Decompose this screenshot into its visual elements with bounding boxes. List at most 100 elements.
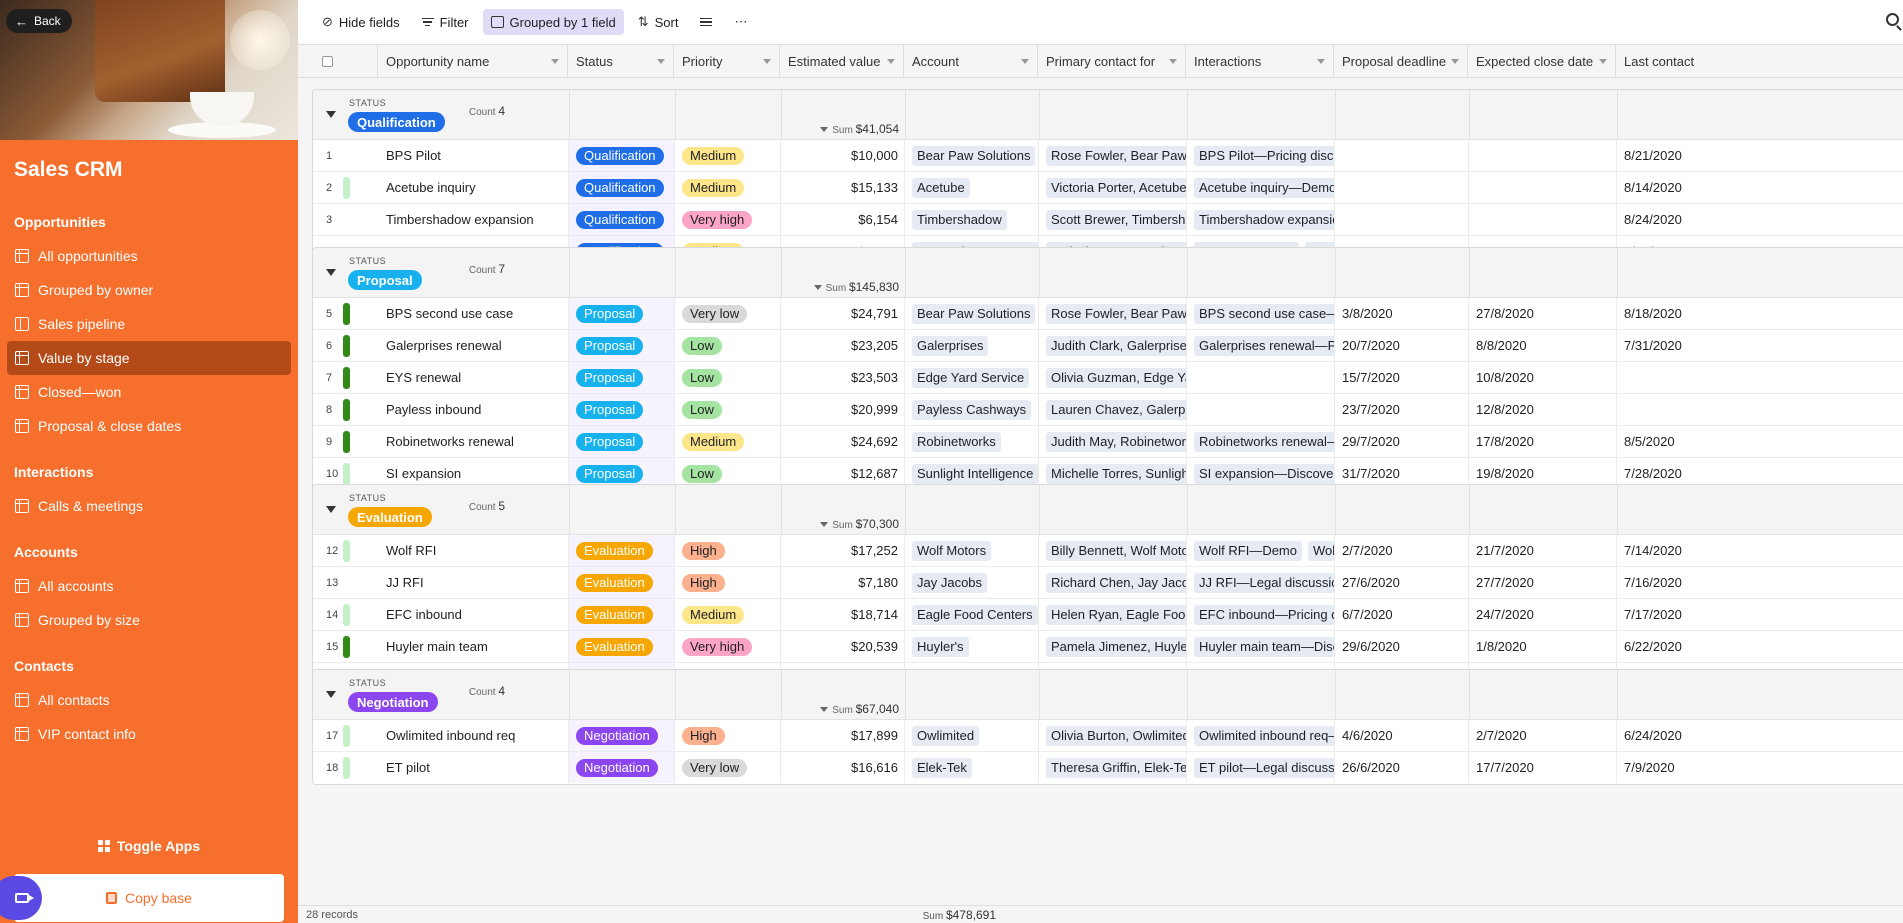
cell-interactions[interactable]: ET pilot—Legal discussionET pilot—Demo bbox=[1187, 752, 1335, 783]
cell-primary-contact[interactable]: Lauren Chavez, Galerprises bbox=[1039, 394, 1187, 425]
cell-interactions[interactable]: BPS Pilot—Pricing discussion bbox=[1187, 140, 1335, 171]
cell-expected-close-date[interactable]: 17/8/2020 bbox=[1469, 426, 1617, 457]
copy-base-button[interactable]: Copy base bbox=[14, 874, 284, 922]
cell-primary-contact[interactable]: Helen Ryan, Eagle Food Centers bbox=[1039, 599, 1187, 630]
cell-last-contact[interactable]: 8/5/2020 bbox=[1617, 426, 1903, 457]
table-row[interactable]: 17 Owlimited inbound req Negotiation High $1… bbox=[313, 720, 1903, 752]
column-header-proposal-deadline[interactable]: Proposal deadline bbox=[1334, 45, 1468, 78]
cell-priority[interactable]: High bbox=[675, 720, 781, 751]
cell-proposal-deadline[interactable]: 23/7/2020 bbox=[1335, 394, 1469, 425]
video-call-button[interactable] bbox=[0, 876, 42, 920]
cell-expected-close-date[interactable] bbox=[1469, 140, 1617, 171]
cell-interactions[interactable]: EFC inbound—Pricing discussion bbox=[1187, 599, 1335, 630]
cell-account[interactable]: Elek-Tek bbox=[905, 752, 1039, 783]
cell-expected-close-date[interactable]: 2/7/2020 bbox=[1469, 720, 1617, 751]
cell-last-contact[interactable]: 7/16/2020 bbox=[1617, 567, 1903, 598]
cell-account[interactable]: Bear Paw Solutions bbox=[905, 140, 1039, 171]
chevron-down-icon[interactable] bbox=[820, 707, 829, 712]
chevron-down-icon[interactable] bbox=[1599, 59, 1607, 64]
sidebar-item-grouped-by-size[interactable]: Grouped by size bbox=[7, 603, 291, 637]
cell-primary-contact[interactable]: Victoria Porter, Acetube bbox=[1039, 172, 1187, 203]
cell-proposal-deadline[interactable]: 26/6/2020 bbox=[1335, 752, 1469, 783]
cell-opportunity-name[interactable]: EYS renewal bbox=[379, 362, 569, 393]
cell-opportunity-name[interactable]: BPS second use case bbox=[379, 298, 569, 329]
cell-estimated-value[interactable]: $10,000 bbox=[781, 140, 905, 171]
collapse-toggle-icon[interactable] bbox=[326, 506, 336, 513]
cell-proposal-deadline[interactable]: 6/7/2020 bbox=[1335, 599, 1469, 630]
collapse-toggle-icon[interactable] bbox=[326, 111, 336, 118]
sidebar-item-sales-pipeline[interactable]: Sales pipeline bbox=[7, 307, 291, 341]
chevron-down-icon[interactable] bbox=[1317, 59, 1325, 64]
cell-opportunity-name[interactable]: Payless inbound bbox=[379, 394, 569, 425]
table-row[interactable]: 15 Huyler main team Evaluation Very high $20… bbox=[313, 631, 1903, 663]
cell-opportunity-name[interactable]: BPS Pilot bbox=[379, 140, 569, 171]
cell-estimated-value[interactable]: $7,180 bbox=[781, 567, 905, 598]
cell-status[interactable]: Evaluation bbox=[569, 631, 675, 662]
chevron-down-icon[interactable] bbox=[1021, 59, 1029, 64]
cell-primary-contact[interactable]: Billy Bennett, Wolf Motors bbox=[1039, 535, 1187, 566]
cell-status[interactable]: Negotiation bbox=[569, 752, 675, 783]
cell-priority[interactable]: Low bbox=[675, 394, 781, 425]
collapse-toggle-icon[interactable] bbox=[326, 691, 336, 698]
cell-account[interactable]: Timbershadow bbox=[905, 204, 1039, 235]
cell-estimated-value[interactable]: $24,692 bbox=[781, 426, 905, 457]
table-row[interactable]: 1 BPS Pilot Qualification Medium $10,000 Bear… bbox=[313, 140, 1903, 172]
table-row[interactable]: 7 EYS renewal Proposal Low $23,503 Edge Yard … bbox=[313, 362, 1903, 394]
cell-account[interactable]: Galerprises bbox=[905, 330, 1039, 361]
cell-proposal-deadline[interactable]: 20/7/2020 bbox=[1335, 330, 1469, 361]
cell-estimated-value[interactable]: $24,791 bbox=[781, 298, 905, 329]
cell-account[interactable]: Robinetworks bbox=[905, 426, 1039, 457]
table-row[interactable]: 6 Galerprises renewal Proposal Low $23,205 Ga… bbox=[313, 330, 1903, 362]
select-all-checkbox[interactable] bbox=[322, 56, 333, 67]
cell-estimated-value[interactable]: $20,539 bbox=[781, 631, 905, 662]
cell-opportunity-name[interactable]: Acetube inquiry bbox=[379, 172, 569, 203]
cell-priority[interactable]: Medium bbox=[675, 599, 781, 630]
cell-opportunity-name[interactable]: Wolf RFI bbox=[379, 535, 569, 566]
cell-priority[interactable]: Very low bbox=[675, 298, 781, 329]
toggle-apps-button[interactable]: Toggle Apps bbox=[0, 838, 298, 854]
select-all-cell[interactable] bbox=[298, 45, 378, 78]
cell-estimated-value[interactable]: $17,252 bbox=[781, 535, 905, 566]
cell-account[interactable]: Jay Jacobs bbox=[905, 567, 1039, 598]
cell-priority[interactable]: Low bbox=[675, 330, 781, 361]
cell-account[interactable]: Huyler's bbox=[905, 631, 1039, 662]
cell-expected-close-date[interactable]: 27/8/2020 bbox=[1469, 298, 1617, 329]
cell-interactions[interactable]: JJ RFI—Legal discussionJJ RFI—Demo bbox=[1187, 567, 1335, 598]
cell-status[interactable]: Qualification bbox=[569, 172, 675, 203]
cell-opportunity-name[interactable]: Huyler main team bbox=[379, 631, 569, 662]
chevron-down-icon[interactable] bbox=[887, 59, 895, 64]
cell-estimated-value[interactable]: $17,899 bbox=[781, 720, 905, 751]
cell-priority[interactable]: Very high bbox=[675, 631, 781, 662]
cell-account[interactable]: Bear Paw Solutions bbox=[905, 298, 1039, 329]
cell-proposal-deadline[interactable]: 4/6/2020 bbox=[1335, 720, 1469, 751]
more-options-button[interactable]: ⋯ bbox=[726, 9, 755, 35]
cell-status[interactable]: Negotiation bbox=[569, 720, 675, 751]
cell-primary-contact[interactable]: Pamela Jimenez, Huyler's bbox=[1039, 631, 1187, 662]
chevron-down-icon[interactable] bbox=[763, 59, 771, 64]
cell-primary-contact[interactable]: Richard Chen, Jay Jacobs bbox=[1039, 567, 1187, 598]
sidebar-item-closed-won[interactable]: Closed—won bbox=[7, 375, 291, 409]
cell-priority[interactable]: High bbox=[675, 535, 781, 566]
column-header-status[interactable]: Status bbox=[568, 45, 674, 78]
cell-priority[interactable]: High bbox=[675, 567, 781, 598]
cell-status[interactable]: Proposal bbox=[569, 362, 675, 393]
cell-estimated-value[interactable]: $15,133 bbox=[781, 172, 905, 203]
column-header-last-contact[interactable]: Last contact bbox=[1616, 45, 1903, 78]
sidebar-item-all-contacts[interactable]: All contacts bbox=[7, 683, 291, 717]
cell-opportunity-name[interactable]: EFC inbound bbox=[379, 599, 569, 630]
cell-expected-close-date[interactable]: 10/8/2020 bbox=[1469, 362, 1617, 393]
table-row[interactable]: 9 Robinetworks renewal Proposal Medium $24,6… bbox=[313, 426, 1903, 458]
chevron-down-icon[interactable] bbox=[551, 59, 559, 64]
cell-last-contact[interactable]: 8/24/2020 bbox=[1617, 204, 1903, 235]
column-header-estimated-value[interactable]: Estimated value bbox=[780, 45, 904, 78]
cell-expected-close-date[interactable]: 8/8/2020 bbox=[1469, 330, 1617, 361]
filter-button[interactable]: Filter bbox=[414, 9, 477, 35]
cell-proposal-deadline[interactable]: 29/6/2020 bbox=[1335, 631, 1469, 662]
column-header-expected-close-date[interactable]: Expected close date bbox=[1468, 45, 1616, 78]
column-header-interactions[interactable]: Interactions bbox=[1186, 45, 1334, 78]
row-height-button[interactable] bbox=[692, 9, 720, 35]
cell-proposal-deadline[interactable]: 2/7/2020 bbox=[1335, 535, 1469, 566]
chevron-down-icon[interactable] bbox=[1169, 59, 1177, 64]
column-header-account[interactable]: Account bbox=[904, 45, 1038, 78]
cell-opportunity-name[interactable]: JJ RFI bbox=[379, 567, 569, 598]
